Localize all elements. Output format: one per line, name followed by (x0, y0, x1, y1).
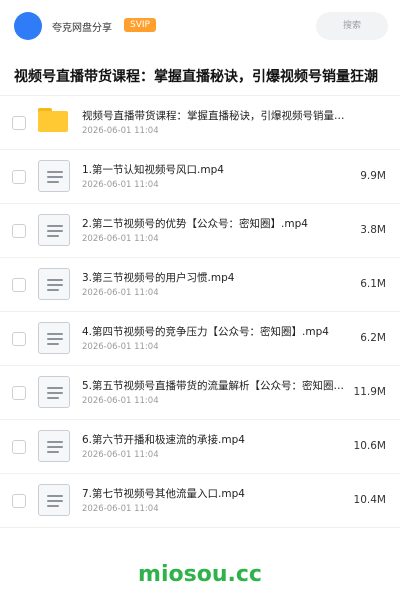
video-file-icon (38, 214, 70, 246)
checkbox[interactable] (12, 386, 26, 400)
file-name: 5.第五节视频号直播带货的流量解析【公众号：密知圈… (82, 380, 345, 392)
file-name: 4.第四节视频号的竞争压力【公众号：密知圈】.mp4 (82, 326, 329, 338)
checkbox[interactable] (12, 494, 26, 508)
file-name: 1.第一节认知视频号风口.mp4 (82, 164, 224, 176)
file-size: 3.8M (360, 224, 386, 236)
file-size: 6.1M (360, 278, 386, 290)
file-date: 2026-06-01 11:04 (82, 180, 159, 190)
list-item[interactable]: 4.第四节视频号的竞争压力【公众号：密知圈】.mp4 2026-06-01 11… (0, 312, 400, 366)
checkbox[interactable] (12, 170, 26, 184)
file-date: 2026-06-01 11:04 (82, 396, 159, 406)
file-size: 10.6M (353, 440, 386, 452)
file-size: 11.9M (353, 386, 386, 398)
file-date: 2026-06-01 11:04 (82, 126, 159, 136)
checkbox[interactable] (12, 332, 26, 346)
file-date: 2026-06-01 11:04 (82, 288, 159, 298)
checkbox[interactable] (12, 116, 26, 130)
watermark: miosou.cc (138, 562, 262, 587)
file-list: 视频号直播带货课程：掌握直播秘诀，引爆视频号销量狂潮 2026-06-01 11… (0, 96, 400, 528)
list-item[interactable]: 7.第七节视频号其他流量入口.mp4 2026-06-01 11:04 10.4… (0, 474, 400, 528)
share-title-bar: 视频号直播带货课程：掌握直播秘诀，引爆视频号销量狂潮 (0, 52, 400, 96)
list-item[interactable]: 2.第二节视频号的优势【公众号：密知圈】.mp4 2026-06-01 11:0… (0, 204, 400, 258)
share-header: 夸克网盘分享 SVIP 搜索 (0, 0, 400, 52)
svip-badge: SVIP (124, 18, 156, 32)
video-file-icon (38, 322, 70, 354)
search-button[interactable]: 搜索 (316, 12, 388, 40)
checkbox[interactable] (12, 278, 26, 292)
file-name: 2.第二节视频号的优势【公众号：密知圈】.mp4 (82, 218, 308, 230)
file-size: 10.4M (353, 494, 386, 506)
file-size: 6.2M (360, 332, 386, 344)
file-date: 2026-06-01 11:04 (82, 504, 159, 514)
checkbox[interactable] (12, 440, 26, 454)
folder-icon (38, 108, 68, 132)
file-name: 视频号直播带货课程：掌握直播秘诀，引爆视频号销量狂潮 (82, 110, 354, 122)
video-file-icon (38, 430, 70, 462)
list-item-folder[interactable]: 视频号直播带货课程：掌握直播秘诀，引爆视频号销量狂潮 2026-06-01 11… (0, 96, 400, 150)
checkbox[interactable] (12, 224, 26, 238)
file-name: 3.第三节视频号的用户习惯.mp4 (82, 272, 235, 284)
video-file-icon (38, 268, 70, 300)
file-date: 2026-06-01 11:04 (82, 234, 159, 244)
list-item[interactable]: 1.第一节认知视频号风口.mp4 2026-06-01 11:04 9.9M (0, 150, 400, 204)
video-file-icon (38, 376, 70, 408)
video-file-icon (38, 484, 70, 516)
avatar[interactable] (14, 12, 42, 40)
page-title: 视频号直播带货课程：掌握直播秘诀，引爆视频号销量狂潮 (14, 69, 378, 85)
file-date: 2026-06-01 11:04 (82, 342, 159, 352)
list-item[interactable]: 3.第三节视频号的用户习惯.mp4 2026-06-01 11:04 6.1M (0, 258, 400, 312)
file-size: 9.9M (360, 170, 386, 182)
list-item[interactable]: 6.第六节开播和极速流的承接.mp4 2026-06-01 11:04 10.6… (0, 420, 400, 474)
video-file-icon (38, 160, 70, 192)
file-name: 7.第七节视频号其他流量入口.mp4 (82, 488, 245, 500)
list-item[interactable]: 5.第五节视频号直播带货的流量解析【公众号：密知圈… 2026-06-01 11… (0, 366, 400, 420)
file-name: 6.第六节开播和极速流的承接.mp4 (82, 434, 245, 446)
file-date: 2026-06-01 11:04 (82, 450, 159, 460)
sharer-name: 夸克网盘分享 (52, 23, 112, 34)
